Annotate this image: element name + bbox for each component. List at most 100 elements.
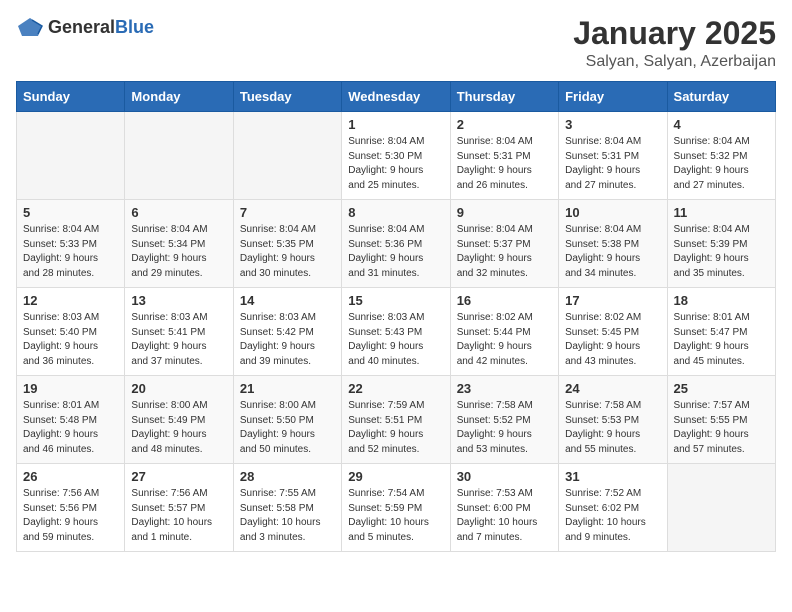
day-number: 17 [565, 293, 660, 308]
calendar-cell: 10 Sunrise: 8:04 AM Sunset: 5:38 PM Dayli… [559, 200, 667, 288]
weekday-header-tuesday: Tuesday [233, 82, 341, 112]
logo: GeneralBlue [16, 16, 154, 38]
day-number: 9 [457, 205, 552, 220]
day-number: 28 [240, 469, 335, 484]
day-number: 23 [457, 381, 552, 396]
calendar-cell: 5 Sunrise: 8:04 AM Sunset: 5:33 PM Daylig… [17, 200, 125, 288]
day-number: 6 [131, 205, 226, 220]
calendar-cell: 24Sunrise: 7:58 AM Sunset: 5:53 PM Dayli… [559, 376, 667, 464]
calendar-cell: 31 Sunrise: 7:52 AM Sunset: 6:02 PM Dayli… [559, 464, 667, 552]
day-info: Sunrise: 8:04 AM Sunset: 5:35 PM Dayligh… [240, 223, 335, 281]
calendar-cell: 9 Sunrise: 8:04 AM Sunset: 5:37 PM Daylig… [450, 200, 558, 288]
calendar-cell: 13 Sunrise: 8:03 AM Sunset: 5:41 PM Dayli… [125, 288, 233, 376]
day-number: 20 [131, 381, 226, 396]
calendar-cell: 7 Sunrise: 8:04 AM Sunset: 5:35 PM Daylig… [233, 200, 341, 288]
calendar-cell [667, 464, 775, 552]
calendar-cell: 18 Sunrise: 8:01 AM Sunset: 5:47 PM Dayli… [667, 288, 775, 376]
day-info: Sunrise: 8:04 AM Sunset: 5:38 PM Dayligh… [565, 223, 660, 281]
calendar-cell [233, 112, 341, 200]
day-info: Sunrise: 8:03 AM Sunset: 5:41 PM Dayligh… [131, 311, 226, 369]
day-info: Sunrise: 7:53 AM Sunset: 6:00 PM Dayligh… [457, 487, 552, 545]
calendar-cell: 28 Sunrise: 7:55 AM Sunset: 5:58 PM Dayli… [233, 464, 341, 552]
calendar-cell: 21Sunrise: 8:00 AM Sunset: 5:50 PM Dayli… [233, 376, 341, 464]
weekday-header-wednesday: Wednesday [342, 82, 450, 112]
day-number: 2 [457, 117, 552, 132]
calendar-cell: 8 Sunrise: 8:04 AM Sunset: 5:36 PM Daylig… [342, 200, 450, 288]
day-number: 14 [240, 293, 335, 308]
day-number: 24 [565, 381, 660, 396]
day-info: Sunrise: 7:58 AM Sunset: 5:52 PM Dayligh… [457, 399, 552, 457]
day-info: Sunrise: 8:04 AM Sunset: 5:31 PM Dayligh… [565, 135, 660, 193]
calendar-week-3: 12 Sunrise: 8:03 AM Sunset: 5:40 PM Dayli… [17, 288, 776, 376]
weekday-header-row: SundayMondayTuesdayWednesdayThursdayFrid… [17, 82, 776, 112]
day-info: Sunrise: 7:52 AM Sunset: 6:02 PM Dayligh… [565, 487, 660, 545]
weekday-header-thursday: Thursday [450, 82, 558, 112]
calendar-cell: 16 Sunrise: 8:02 AM Sunset: 5:44 PM Dayli… [450, 288, 558, 376]
month-title: January 2025 [573, 16, 776, 51]
day-number: 16 [457, 293, 552, 308]
calendar-cell: 30 Sunrise: 7:53 AM Sunset: 6:00 PM Dayli… [450, 464, 558, 552]
day-number: 29 [348, 469, 443, 484]
day-info: Sunrise: 8:01 AM Sunset: 5:48 PM Dayligh… [23, 399, 118, 457]
day-number: 27 [131, 469, 226, 484]
day-number: 5 [23, 205, 118, 220]
weekday-header-monday: Monday [125, 82, 233, 112]
day-info: Sunrise: 8:04 AM Sunset: 5:34 PM Dayligh… [131, 223, 226, 281]
day-number: 12 [23, 293, 118, 308]
calendar-week-1: 1 Sunrise: 8:04 AM Sunset: 5:30 PM Daylig… [17, 112, 776, 200]
day-number: 22 [348, 381, 443, 396]
calendar-cell: 11 Sunrise: 8:04 AM Sunset: 5:39 PM Dayli… [667, 200, 775, 288]
day-number: 8 [348, 205, 443, 220]
calendar-table: SundayMondayTuesdayWednesdayThursdayFrid… [16, 81, 776, 552]
generalblue-logo-icon [16, 16, 44, 38]
calendar-cell: 15 Sunrise: 8:03 AM Sunset: 5:43 PM Dayli… [342, 288, 450, 376]
day-number: 30 [457, 469, 552, 484]
calendar-cell: 6 Sunrise: 8:04 AM Sunset: 5:34 PM Daylig… [125, 200, 233, 288]
calendar-cell: 17Sunrise: 8:02 AM Sunset: 5:45 PM Dayli… [559, 288, 667, 376]
day-number: 1 [348, 117, 443, 132]
location-title: Salyan, Salyan, Azerbaijan [573, 53, 776, 71]
day-number: 26 [23, 469, 118, 484]
calendar-cell: 3Sunrise: 8:04 AM Sunset: 5:31 PM Daylig… [559, 112, 667, 200]
calendar-cell: 4 Sunrise: 8:04 AM Sunset: 5:32 PM Daylig… [667, 112, 775, 200]
day-number: 7 [240, 205, 335, 220]
weekday-header-saturday: Saturday [667, 82, 775, 112]
day-number: 4 [674, 117, 769, 132]
calendar-cell: 26Sunrise: 7:56 AM Sunset: 5:56 PM Dayli… [17, 464, 125, 552]
day-number: 13 [131, 293, 226, 308]
day-info: Sunrise: 7:56 AM Sunset: 5:57 PM Dayligh… [131, 487, 226, 545]
day-number: 10 [565, 205, 660, 220]
day-info: Sunrise: 8:04 AM Sunset: 5:32 PM Dayligh… [674, 135, 769, 193]
calendar-cell: 1 Sunrise: 8:04 AM Sunset: 5:30 PM Daylig… [342, 112, 450, 200]
calendar-cell: 20Sunrise: 8:00 AM Sunset: 5:49 PM Dayli… [125, 376, 233, 464]
day-info: Sunrise: 8:02 AM Sunset: 5:44 PM Dayligh… [457, 311, 552, 369]
calendar-cell: 12 Sunrise: 8:03 AM Sunset: 5:40 PM Dayli… [17, 288, 125, 376]
calendar-week-2: 5 Sunrise: 8:04 AM Sunset: 5:33 PM Daylig… [17, 200, 776, 288]
day-info: Sunrise: 8:04 AM Sunset: 5:33 PM Dayligh… [23, 223, 118, 281]
calendar-cell: 23 Sunrise: 7:58 AM Sunset: 5:52 PM Dayli… [450, 376, 558, 464]
day-number: 15 [348, 293, 443, 308]
day-number: 21 [240, 381, 335, 396]
day-info: Sunrise: 7:59 AM Sunset: 5:51 PM Dayligh… [348, 399, 443, 457]
day-number: 25 [674, 381, 769, 396]
day-info: Sunrise: 8:04 AM Sunset: 5:36 PM Dayligh… [348, 223, 443, 281]
day-info: Sunrise: 8:04 AM Sunset: 5:39 PM Dayligh… [674, 223, 769, 281]
day-number: 11 [674, 205, 769, 220]
weekday-header-friday: Friday [559, 82, 667, 112]
calendar-cell: 25 Sunrise: 7:57 AM Sunset: 5:55 PM Dayli… [667, 376, 775, 464]
day-info: Sunrise: 8:04 AM Sunset: 5:30 PM Dayligh… [348, 135, 443, 193]
day-number: 31 [565, 469, 660, 484]
day-info: Sunrise: 8:04 AM Sunset: 5:31 PM Dayligh… [457, 135, 552, 193]
day-info: Sunrise: 8:04 AM Sunset: 5:37 PM Dayligh… [457, 223, 552, 281]
calendar-week-5: 26Sunrise: 7:56 AM Sunset: 5:56 PM Dayli… [17, 464, 776, 552]
calendar-cell: 29 Sunrise: 7:54 AM Sunset: 5:59 PM Dayli… [342, 464, 450, 552]
day-info: Sunrise: 7:54 AM Sunset: 5:59 PM Dayligh… [348, 487, 443, 545]
day-info: Sunrise: 8:01 AM Sunset: 5:47 PM Dayligh… [674, 311, 769, 369]
calendar-cell: 19Sunrise: 8:01 AM Sunset: 5:48 PM Dayli… [17, 376, 125, 464]
day-info: Sunrise: 7:57 AM Sunset: 5:55 PM Dayligh… [674, 399, 769, 457]
day-info: Sunrise: 7:55 AM Sunset: 5:58 PM Dayligh… [240, 487, 335, 545]
day-number: 18 [674, 293, 769, 308]
day-info: Sunrise: 8:03 AM Sunset: 5:43 PM Dayligh… [348, 311, 443, 369]
calendar-cell [17, 112, 125, 200]
day-info: Sunrise: 8:03 AM Sunset: 5:40 PM Dayligh… [23, 311, 118, 369]
